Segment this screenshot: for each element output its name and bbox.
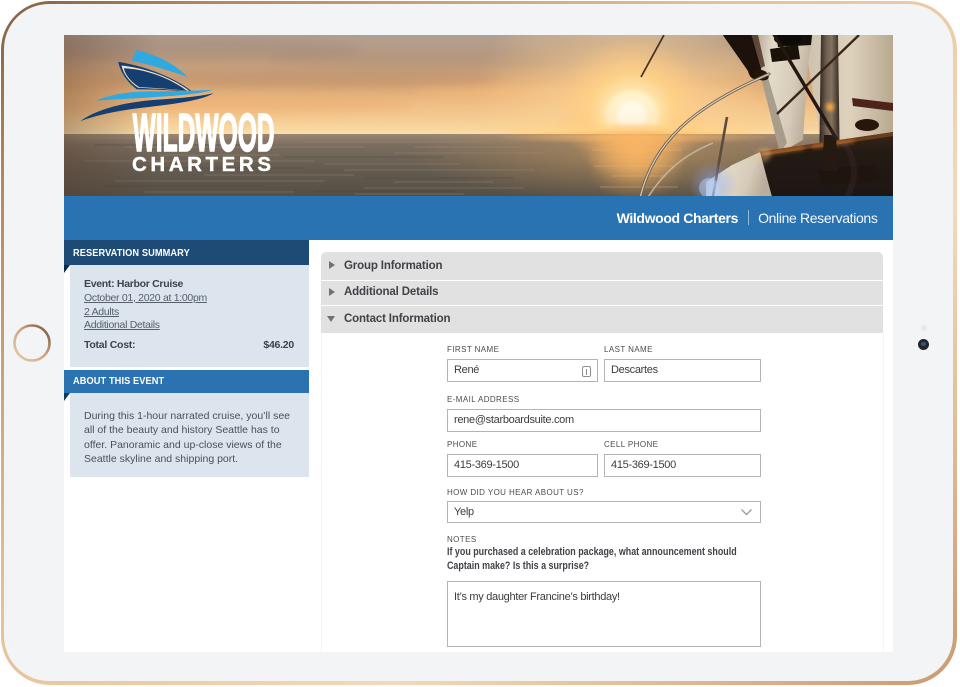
svg-text:CHARTERS: CHARTERS — [132, 153, 271, 176]
